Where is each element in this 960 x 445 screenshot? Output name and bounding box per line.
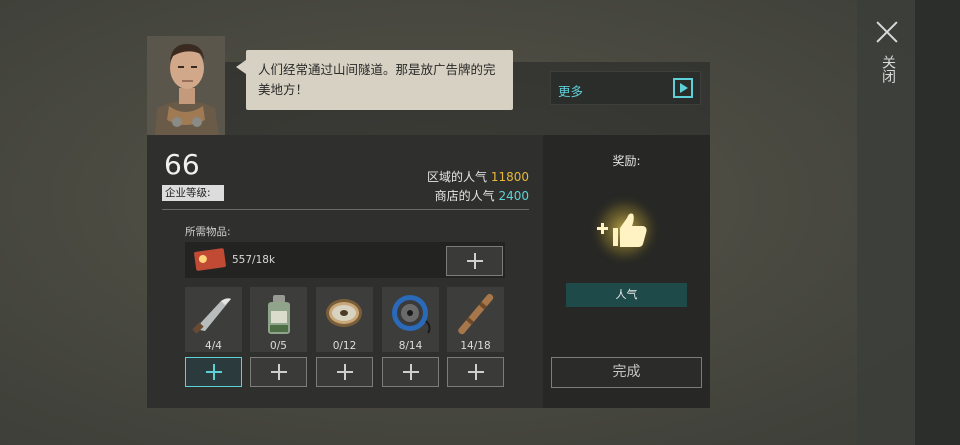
- currency-amount: 557/18k: [232, 254, 276, 266]
- add-wire-spool-button[interactable]: [316, 357, 373, 387]
- divider: [162, 209, 529, 210]
- cable-reel-icon: [392, 295, 431, 334]
- area-popularity-value: 11800: [490, 170, 529, 184]
- item-cable-reel[interactable]: 8/14: [382, 287, 439, 352]
- close-icon[interactable]: [873, 18, 901, 46]
- area-popularity-label: 区域的人气: [426, 170, 487, 184]
- item-knife[interactable]: 4/4: [185, 287, 242, 352]
- right-panel-edge: [915, 0, 960, 445]
- item-wire-spool[interactable]: 0/12: [316, 287, 373, 352]
- area-popularity: 区域的人气 11800: [427, 168, 529, 185]
- wire-spool-icon: [326, 299, 362, 327]
- item-count: 14/18: [460, 340, 491, 352]
- add-wooden-stick-button[interactable]: [447, 357, 504, 387]
- reward-label: 奖励:: [612, 154, 641, 168]
- add-cable-reel-button[interactable]: [382, 357, 439, 387]
- item-count: 8/14: [398, 340, 423, 352]
- complete-button[interactable]: 完成: [551, 357, 702, 388]
- required-items-label: 所需物品:: [185, 226, 231, 238]
- thumbs-up-icon: [585, 190, 665, 270]
- add-knife-button[interactable]: [185, 357, 242, 387]
- more-label: 更多: [558, 84, 584, 99]
- company-level-label: 企业等级:: [162, 185, 224, 201]
- reward-type: 人气: [566, 283, 687, 307]
- shop-popularity-value: 2400: [498, 189, 529, 203]
- wooden-stick-icon: [458, 293, 494, 335]
- item-count: 4/4: [205, 340, 222, 352]
- shop-popularity: 商店的人气 2400: [435, 187, 529, 204]
- shop-popularity-label: 商店的人气: [434, 189, 495, 203]
- jar-icon: [268, 295, 290, 334]
- ticket-icon: [193, 248, 227, 271]
- more-button[interactable]: 更多: [550, 71, 701, 105]
- item-wooden-stick[interactable]: 14/18: [447, 287, 504, 352]
- play-icon: [673, 78, 693, 98]
- item-count: 0/5: [270, 340, 287, 352]
- company-level: 66: [164, 148, 200, 181]
- knife-icon: [192, 298, 231, 334]
- item-count: 0/12: [332, 340, 357, 352]
- item-jar[interactable]: 0/5: [250, 287, 307, 352]
- add-currency-button[interactable]: [446, 246, 503, 276]
- character-portrait: [147, 36, 225, 135]
- dialog-bubble: 人们经常通过山间隧道。那是放广告牌的完美地方！: [236, 50, 513, 110]
- add-jar-button[interactable]: [250, 357, 307, 387]
- close-label[interactable]: 关闭: [876, 55, 896, 83]
